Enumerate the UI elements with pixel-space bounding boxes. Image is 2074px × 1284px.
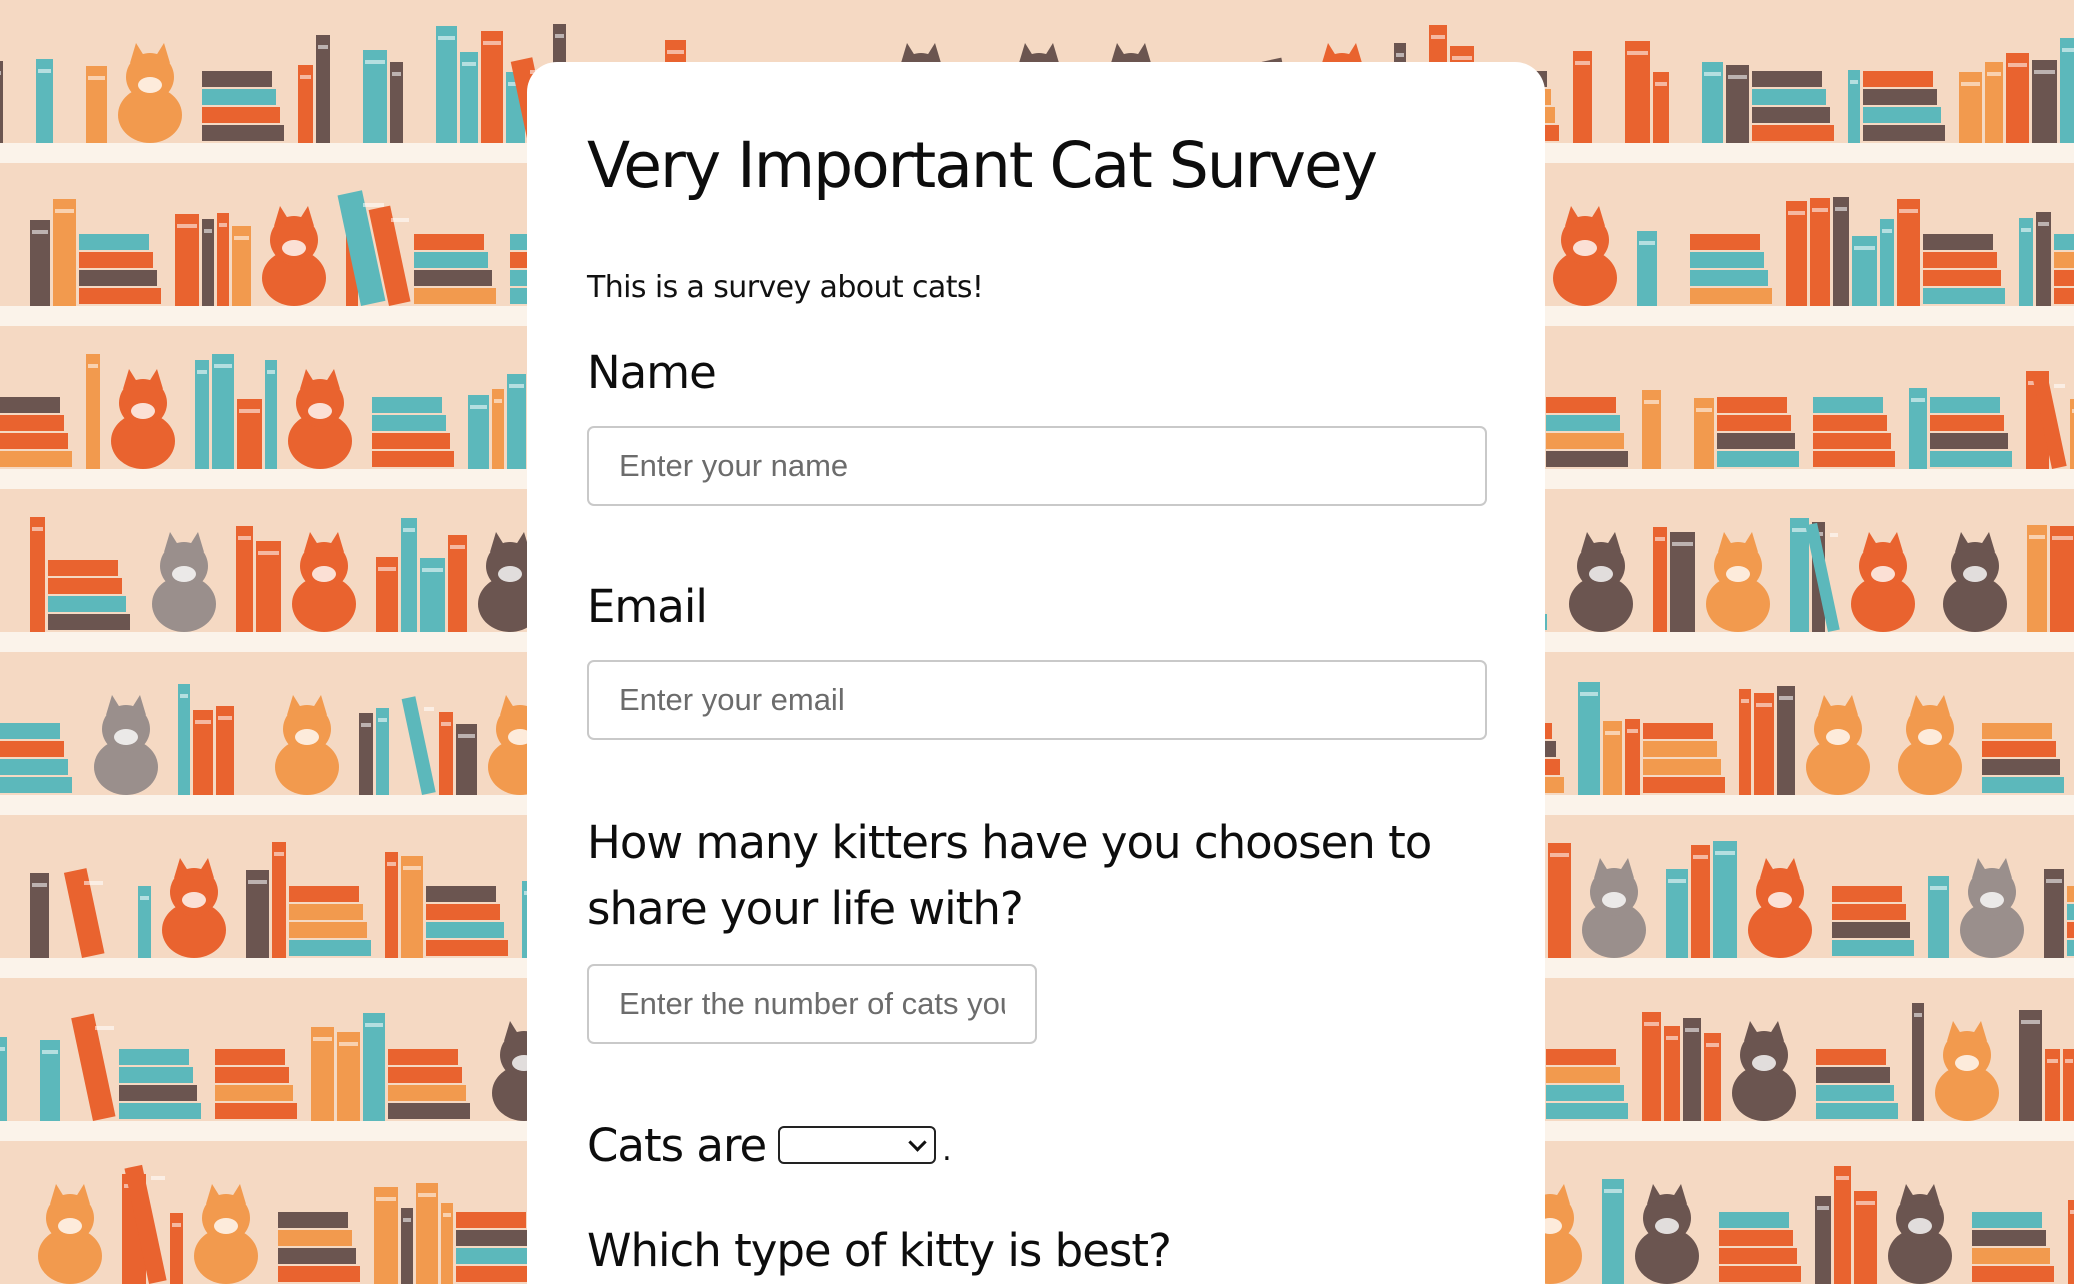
email-input[interactable]	[587, 660, 1487, 740]
cat-count-label: How many kitters have you choosen to sha…	[587, 816, 1432, 935]
survey-description: This is a survey about cats!	[587, 270, 984, 305]
name-input[interactable]	[587, 426, 1487, 506]
cats-are-label: Cats are	[587, 1118, 767, 1172]
chevron-down-icon	[908, 1133, 927, 1152]
survey-card: Very Important Cat Survey This is a surv…	[527, 62, 1545, 1284]
cats-are-period: .	[942, 1133, 951, 1168]
page-title: Very Important Cat Survey	[587, 129, 1378, 202]
cats-are-row: Cats are .	[587, 1112, 1485, 1178]
cats-are-select[interactable]	[778, 1126, 937, 1164]
name-label: Name	[587, 346, 717, 399]
best-kitty-label: Which type of kitty is best?	[587, 1224, 1172, 1277]
cat-count-input[interactable]	[587, 964, 1037, 1044]
email-label: Email	[587, 580, 708, 633]
